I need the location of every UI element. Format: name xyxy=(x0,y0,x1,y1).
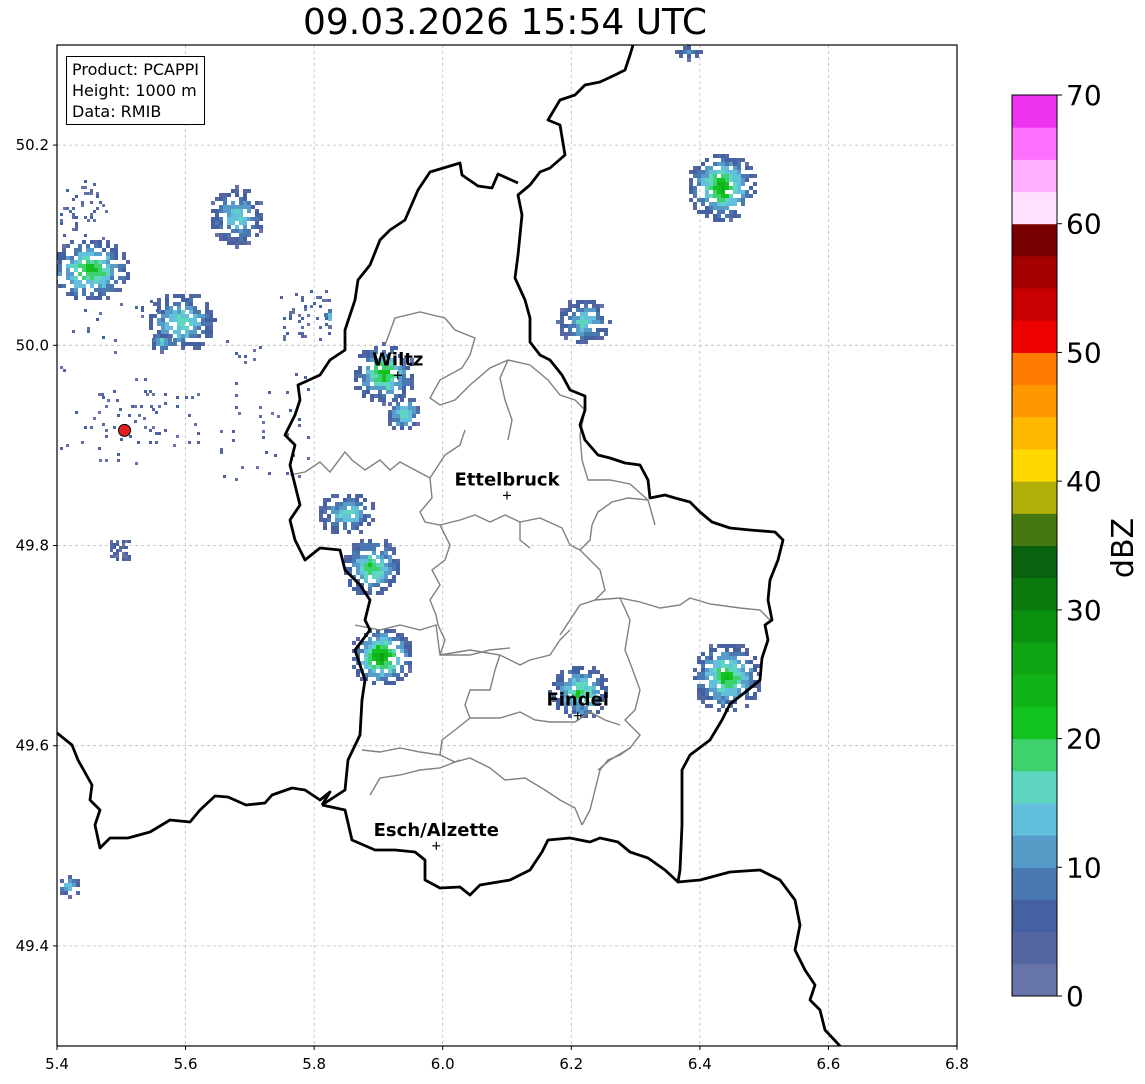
x-tick-label: 5.6 xyxy=(174,1055,198,1073)
x-tick-label: 5.8 xyxy=(302,1055,326,1073)
city-label: Esch/Alzette xyxy=(374,820,499,841)
echo-cluster xyxy=(319,494,375,534)
colorbar-segment xyxy=(1012,288,1057,321)
data-source-label: Data: RMIB xyxy=(72,102,162,121)
colorbar-tick-label: 50 xyxy=(1066,336,1102,369)
y-tick-label: 50.0 xyxy=(16,336,49,354)
city-label: Wiltz xyxy=(372,349,423,370)
radar-site-marker xyxy=(118,423,131,437)
colorbar-segment xyxy=(1012,513,1057,546)
colorbar-segment xyxy=(1012,448,1057,482)
colorbar-segment xyxy=(1012,867,1057,900)
y-tick-label: 50.2 xyxy=(16,136,49,154)
colorbar-tick-label: 40 xyxy=(1066,465,1102,498)
colorbar-segment xyxy=(1012,706,1057,740)
product-label: Product: PCAPPI xyxy=(72,60,200,79)
echo-cluster xyxy=(689,154,757,222)
city-esch-alzette: Esch/Alzette xyxy=(374,820,499,850)
city-ettelbruck: Ettelbruck xyxy=(454,469,561,500)
x-tick-label: 5.4 xyxy=(45,1055,69,1073)
height-label: Height: 1000 m xyxy=(72,81,197,100)
product-info-box: Product: PCAPPI Height: 1000 m Data: RMI… xyxy=(66,56,206,125)
colorbar-tick-label: 30 xyxy=(1066,594,1102,627)
city-label: Ettelbruck xyxy=(454,469,560,490)
colorbar-segment xyxy=(1012,320,1057,353)
colorbar-segment xyxy=(1012,577,1057,611)
echo-cluster xyxy=(344,539,400,595)
x-tick-label: 6.0 xyxy=(431,1055,455,1073)
axis-ticks: 5.4 5.6 5.8 6.0 6.2 6.4 6.6 6.8 49.4 49.6 49.8 50.0… xyxy=(16,136,969,1073)
colorbar-segment xyxy=(1012,642,1057,675)
colorbar-label: dBZ xyxy=(1106,518,1141,578)
colorbar-tick-label: 20 xyxy=(1066,723,1102,756)
y-tick-label: 49.4 xyxy=(16,937,49,955)
colorbar-segment xyxy=(1012,352,1057,386)
radar-map: Wiltz Ettelbruck Findel Esch/Alzette 5.4 5.6… xyxy=(16,44,1141,1073)
colorbar-segment xyxy=(1012,384,1057,418)
y-tick-label: 49.6 xyxy=(16,737,49,755)
colorbar-segment xyxy=(1012,609,1057,643)
clutter-pixels xyxy=(60,180,331,561)
colorbar-segment xyxy=(1012,738,1057,772)
echo-cluster xyxy=(60,875,80,899)
colorbar-segment xyxy=(1012,191,1057,225)
radar-echoes xyxy=(57,45,761,899)
colorbar-segment xyxy=(1012,674,1057,707)
city-label: Findel xyxy=(546,690,609,711)
colorbar-segment xyxy=(1012,481,1057,514)
colorbar-segment xyxy=(1012,770,1057,804)
echo-cluster xyxy=(693,644,761,712)
echo-cluster xyxy=(556,300,612,344)
x-tick-label: 6.8 xyxy=(945,1055,969,1073)
colorbar-segment xyxy=(1012,416,1057,450)
colorbar-tick-label: 0 xyxy=(1066,980,1084,1013)
y-tick-label: 49.8 xyxy=(16,537,49,555)
colorbar-segment xyxy=(1012,802,1057,836)
x-tick-label: 6.2 xyxy=(559,1055,583,1073)
colorbar-segment xyxy=(1012,931,1057,965)
colorbar-tick-label: 10 xyxy=(1066,851,1102,884)
gridlines xyxy=(56,45,958,1046)
map-title: 09.03.2026 15:54 UTC xyxy=(302,2,708,43)
echo-cluster xyxy=(388,398,420,430)
echo-cluster xyxy=(57,240,130,300)
colorbar-segment xyxy=(1012,127,1057,160)
colorbar-segment xyxy=(1012,899,1057,933)
echo-cluster xyxy=(211,185,263,249)
x-tick-label: 6.4 xyxy=(688,1055,712,1073)
colorbar-segment xyxy=(1012,255,1057,289)
city-findel: Findel xyxy=(546,690,609,720)
colorbar-segment xyxy=(1012,835,1057,868)
colorbar-segment xyxy=(1012,159,1057,193)
colorbar-segment xyxy=(1012,963,1057,997)
colorbar-segment xyxy=(1012,223,1057,257)
x-tick-label: 6.6 xyxy=(816,1055,840,1073)
colorbar: 0 10 20 30 40 50 60 70 dBZ xyxy=(1011,79,1141,1013)
echo-cluster xyxy=(352,629,412,685)
colorbar-tick-label: 60 xyxy=(1066,208,1102,241)
colorbar-segment xyxy=(1012,95,1057,128)
colorbar-segment xyxy=(1012,545,1057,579)
radar-site-dot xyxy=(118,423,131,437)
colorbar-tick-label: 70 xyxy=(1066,79,1102,112)
